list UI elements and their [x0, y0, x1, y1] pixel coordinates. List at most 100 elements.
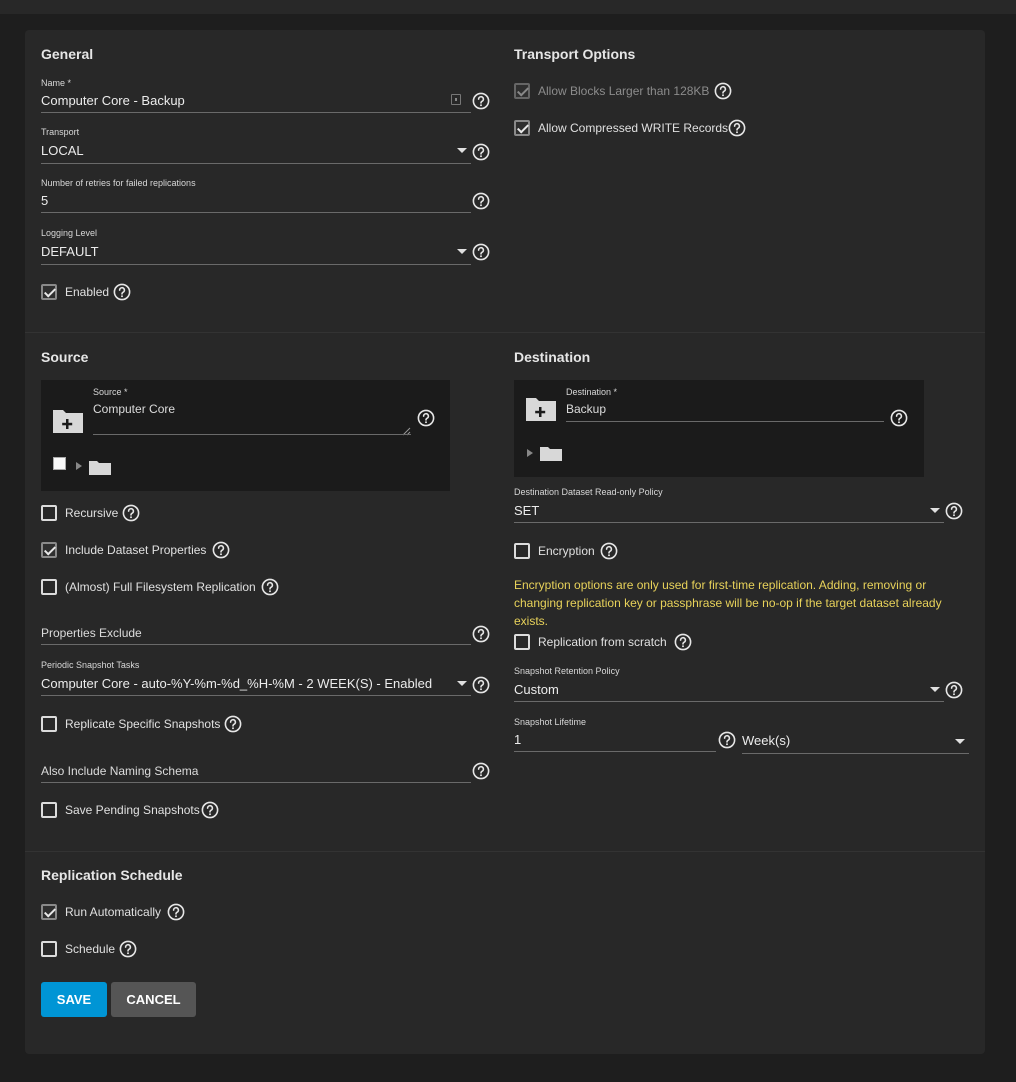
save-pending-label: Save Pending Snapshots — [65, 803, 200, 817]
properties-exclude-help-icon[interactable] — [472, 625, 490, 643]
divider-source — [25, 851, 985, 852]
retries-input[interactable]: 5 — [41, 193, 451, 208]
replicate-specific-help-icon[interactable] — [224, 715, 242, 733]
full-fs-label: (Almost) Full Filesystem Replication — [65, 580, 256, 594]
naming-schema-help-icon[interactable] — [472, 762, 490, 780]
cancel-button[interactable]: CANCEL — [111, 982, 196, 1017]
destination-input[interactable]: Backup — [566, 402, 876, 416]
tree-expand-icon[interactable] — [76, 462, 82, 470]
large-blocks-label: Allow Blocks Larger than 128KB — [538, 84, 710, 98]
transport-options-title: Transport Options — [514, 46, 636, 62]
logging-select[interactable]: DEFAULT — [41, 244, 451, 259]
recursive-help-icon[interactable] — [122, 504, 140, 522]
from-scratch-checkbox[interactable] — [514, 634, 530, 650]
destination-underline — [566, 421, 884, 422]
retries-label: Number of retries for failed replication… — [41, 178, 196, 188]
logging-help-icon[interactable] — [472, 243, 490, 261]
readonly-policy-caret-icon[interactable] — [930, 508, 940, 513]
logging-label: Logging Level — [41, 228, 98, 238]
naming-schema-underline — [41, 782, 471, 783]
tree-folder-icon — [89, 459, 111, 475]
dest-tree-folder-icon — [540, 445, 562, 461]
periodic-underline — [41, 695, 471, 696]
replication-form-card: General Name * Computer Core - Backup Tr… — [25, 30, 985, 1054]
schedule-help-icon[interactable] — [119, 940, 137, 958]
save-button[interactable]: SAVE — [41, 982, 107, 1017]
periodic-caret-icon[interactable] — [457, 681, 467, 686]
replicate-specific-label: Replicate Specific Snapshots — [65, 717, 221, 731]
compressed-help-icon[interactable] — [728, 119, 746, 137]
retention-underline — [514, 701, 944, 702]
destination-help-icon[interactable] — [890, 409, 908, 427]
lifetime-unit-select[interactable]: Week(s) — [742, 733, 922, 748]
from-scratch-help-icon[interactable] — [674, 633, 692, 651]
destination-section-title: Destination — [514, 349, 591, 365]
naming-schema-input[interactable]: Also Include Naming Schema — [41, 764, 451, 778]
source-section-title: Source — [41, 349, 89, 365]
readonly-policy-label: Destination Dataset Read-only Policy — [514, 487, 663, 497]
retention-label: Snapshot Retention Policy — [514, 666, 620, 676]
encryption-checkbox[interactable] — [514, 543, 530, 559]
encryption-warning: Encryption options are only used for fir… — [514, 578, 942, 628]
logging-caret-icon[interactable] — [457, 249, 467, 254]
lifetime-input[interactable]: 1 — [514, 732, 704, 747]
transport-caret-icon[interactable] — [457, 148, 467, 153]
include-props-help-icon[interactable] — [212, 541, 230, 559]
include-props-checkbox[interactable] — [41, 542, 57, 558]
large-blocks-checkbox[interactable] — [514, 83, 530, 99]
lifetime-help-icon[interactable] — [718, 731, 736, 749]
dest-tree-expand-icon[interactable] — [527, 449, 533, 457]
retries-help-icon[interactable] — [472, 192, 490, 210]
recursive-checkbox[interactable] — [41, 505, 57, 521]
schedule-checkbox[interactable] — [41, 941, 57, 957]
full-fs-checkbox[interactable] — [41, 579, 57, 595]
full-fs-help-icon[interactable] — [261, 578, 279, 596]
divider-general — [25, 332, 985, 333]
replicate-specific-checkbox[interactable] — [41, 716, 57, 732]
schedule-label: Schedule — [65, 942, 116, 956]
dest-add-folder-icon[interactable] — [525, 395, 557, 422]
name-input[interactable]: Computer Core - Backup — [41, 93, 451, 108]
transport-help-icon[interactable] — [472, 143, 490, 161]
tree-node-checkbox[interactable] — [53, 457, 66, 470]
lifetime-unit-underline — [742, 753, 969, 754]
source-field-label: Source * — [93, 387, 128, 397]
retention-select[interactable]: Custom — [514, 682, 914, 697]
save-pending-checkbox[interactable] — [41, 802, 57, 818]
save-pending-help-icon[interactable] — [201, 801, 219, 819]
run-auto-help-icon[interactable] — [167, 903, 185, 921]
lifetime-unit-caret-icon[interactable] — [955, 739, 965, 744]
properties-exclude-input[interactable]: Properties Exclude — [41, 626, 451, 640]
resize-handle-icon[interactable] — [402, 423, 411, 436]
include-props-label: Include Dataset Properties — [65, 543, 207, 557]
compressed-checkbox[interactable] — [514, 120, 530, 136]
enabled-checkbox[interactable] — [41, 284, 57, 300]
retention-help-icon[interactable] — [945, 681, 963, 699]
enabled-label: Enabled — [65, 285, 110, 299]
transport-label: Transport — [41, 127, 80, 137]
readonly-policy-underline — [514, 522, 944, 523]
transport-select[interactable]: LOCAL — [41, 143, 451, 158]
readonly-policy-help-icon[interactable] — [945, 502, 963, 520]
periodic-label: Periodic Snapshot Tasks — [41, 660, 140, 670]
properties-exclude-underline — [41, 644, 471, 645]
recursive-label: Recursive — [65, 506, 119, 520]
transport-underline — [41, 163, 471, 164]
top-bar — [0, 0, 1016, 14]
readonly-policy-select[interactable]: SET — [514, 503, 914, 518]
periodic-help-icon[interactable] — [472, 676, 490, 694]
source-help-icon[interactable] — [417, 409, 435, 427]
retries-underline — [41, 212, 471, 213]
retention-caret-icon[interactable] — [930, 687, 940, 692]
destination-field-label: Destination * — [566, 387, 618, 397]
encryption-help-icon[interactable] — [600, 542, 618, 560]
enabled-help-icon[interactable] — [113, 283, 131, 301]
name-help-icon[interactable] — [472, 92, 490, 110]
encryption-label: Encryption — [538, 544, 595, 558]
source-input[interactable]: Computer Core — [93, 402, 403, 416]
periodic-select[interactable]: Computer Core - auto-%Y-%m-%d_%H-%M - 2 … — [41, 676, 451, 691]
lifetime-label: Snapshot Lifetime — [514, 717, 587, 727]
large-blocks-help-icon[interactable] — [714, 82, 732, 100]
add-folder-icon[interactable] — [52, 407, 84, 434]
run-auto-checkbox[interactable] — [41, 904, 57, 920]
